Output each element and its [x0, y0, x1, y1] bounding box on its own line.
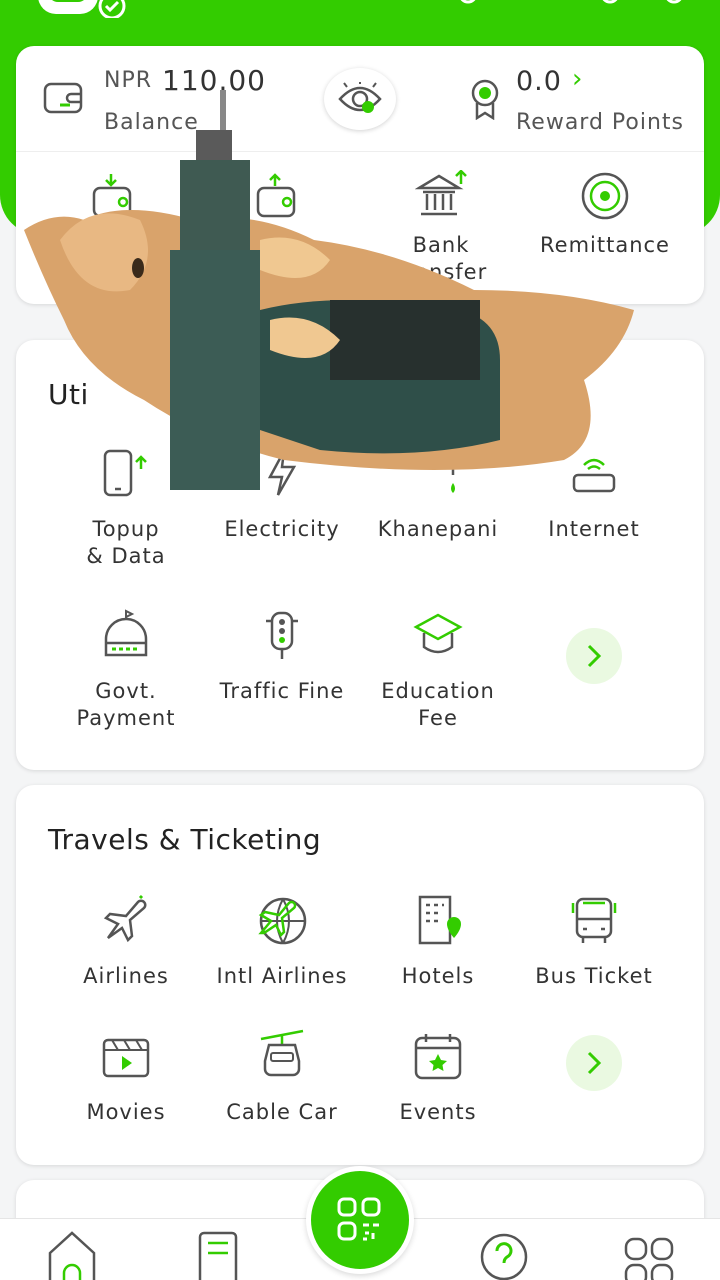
airplane-icon: [103, 894, 147, 943]
qr-scan-icon: [337, 1197, 381, 1241]
service-label: Bus Ticket: [535, 964, 653, 988]
balance-amount: 110.00: [162, 64, 266, 97]
utilities-more-button[interactable]: [566, 628, 622, 684]
service-govt-payment[interactable]: Govt. Payment: [48, 606, 204, 732]
service-hotels[interactable]: Hotels: [360, 891, 516, 990]
wallet-download-icon: [92, 174, 132, 218]
reward-badge-icon: [471, 79, 499, 120]
service-label: Govt. Payment: [76, 679, 176, 730]
service-label: Hotels: [401, 964, 475, 988]
globe-airplane-icon: [258, 897, 307, 945]
chevron-right-icon: [587, 1051, 602, 1075]
service-label: Khanepani: [377, 517, 499, 541]
service-label: Topup & Data: [86, 517, 166, 568]
qr-scan-button[interactable]: [306, 1166, 414, 1274]
electricity-icon: [267, 450, 297, 496]
service-traffic-fine[interactable]: Traffic Fine: [204, 606, 360, 705]
service-label: Internet: [548, 517, 640, 541]
service-electricity[interactable]: Electricity: [204, 444, 360, 543]
quick-action-label: Bank Transfer: [394, 233, 488, 284]
balance-row: NPR 110.00 Balance 0.0 › Reward Points: [16, 46, 704, 152]
reward-points-label[interactable]: Reward Points: [516, 110, 684, 135]
cable-car-icon: [260, 1029, 304, 1077]
more-apps-icon[interactable]: [622, 1227, 678, 1280]
calendar-star-icon: [414, 1034, 462, 1080]
graduation-cap-icon: [413, 613, 463, 654]
service-events[interactable]: Events: [360, 1027, 516, 1126]
service-label: Education Fee: [381, 679, 495, 730]
service-label: Traffic Fine: [219, 679, 345, 703]
service-label: Intl Airlines: [216, 964, 348, 988]
bank-transfer-icon: [415, 170, 467, 216]
balance-label: Balance: [104, 110, 199, 135]
travels-card: Travels & Ticketing Airlines Intl Airlin…: [16, 785, 704, 1165]
travels-section-title: Travels & Ticketing: [48, 823, 322, 856]
utilities-card: Uti Topup & Data Electricity Khanepani I…: [16, 340, 704, 770]
travels-more-button[interactable]: [566, 1035, 622, 1091]
reward-points-value[interactable]: 0.0: [516, 66, 562, 97]
service-label: Events: [399, 1100, 477, 1124]
government-building-icon: [104, 609, 148, 657]
currency-label: NPR: [104, 68, 153, 93]
water-tap-icon: [419, 459, 455, 493]
service-label: Cable Car: [226, 1100, 338, 1124]
utilities-section-title: Uti: [48, 378, 89, 411]
wallet-icon: [43, 82, 83, 114]
service-khanepani[interactable]: Khanepani: [360, 444, 516, 543]
internet-router-icon: [572, 458, 616, 493]
traffic-light-icon: [266, 611, 298, 659]
service-education-fee[interactable]: Education Fee: [360, 606, 516, 732]
service-intl-airlines[interactable]: Intl Airlines: [204, 891, 360, 990]
service-bus-ticket[interactable]: Bus Ticket: [516, 891, 672, 990]
quick-action-bank-transfer[interactable]: Bank Transfer: [366, 166, 516, 286]
service-cable-car[interactable]: Cable Car: [204, 1027, 360, 1126]
chevron-right-icon: [587, 644, 602, 668]
movie-clapper-icon: [102, 1038, 150, 1078]
quick-action-send-money[interactable]: [202, 166, 352, 232]
service-movies[interactable]: Movies: [48, 1027, 204, 1126]
service-label: Airlines: [83, 964, 169, 988]
service-label: Electricity: [224, 517, 340, 541]
phone-topup-icon: [103, 449, 147, 497]
service-label: Movies: [86, 1100, 166, 1124]
home-icon[interactable]: [46, 1227, 98, 1280]
eye-icon: [338, 82, 382, 113]
quick-action-remittance[interactable]: Remittance: [530, 166, 680, 259]
service-topup[interactable]: Topup & Data: [48, 444, 204, 570]
service-airlines[interactable]: Airlines: [48, 891, 204, 990]
app-logo-icon: [38, 0, 126, 18]
remittance-icon: [581, 172, 629, 220]
chevron-right-icon[interactable]: ›: [572, 64, 582, 94]
service-internet[interactable]: Internet: [516, 444, 672, 543]
header-icons[interactable]: [460, 0, 690, 6]
balance-card: NPR 110.00 Balance 0.0 › Reward Points B…: [16, 46, 704, 304]
toggle-balance-visibility-button[interactable]: [324, 68, 396, 130]
quick-action-load-wallet[interactable]: [38, 166, 188, 232]
help-icon[interactable]: [478, 1227, 530, 1280]
wallet-upload-icon: [256, 173, 296, 218]
quick-action-label: Remittance: [540, 233, 670, 257]
bus-icon: [571, 897, 617, 943]
statement-icon[interactable]: [190, 1227, 242, 1280]
hotel-icon: [418, 895, 461, 945]
